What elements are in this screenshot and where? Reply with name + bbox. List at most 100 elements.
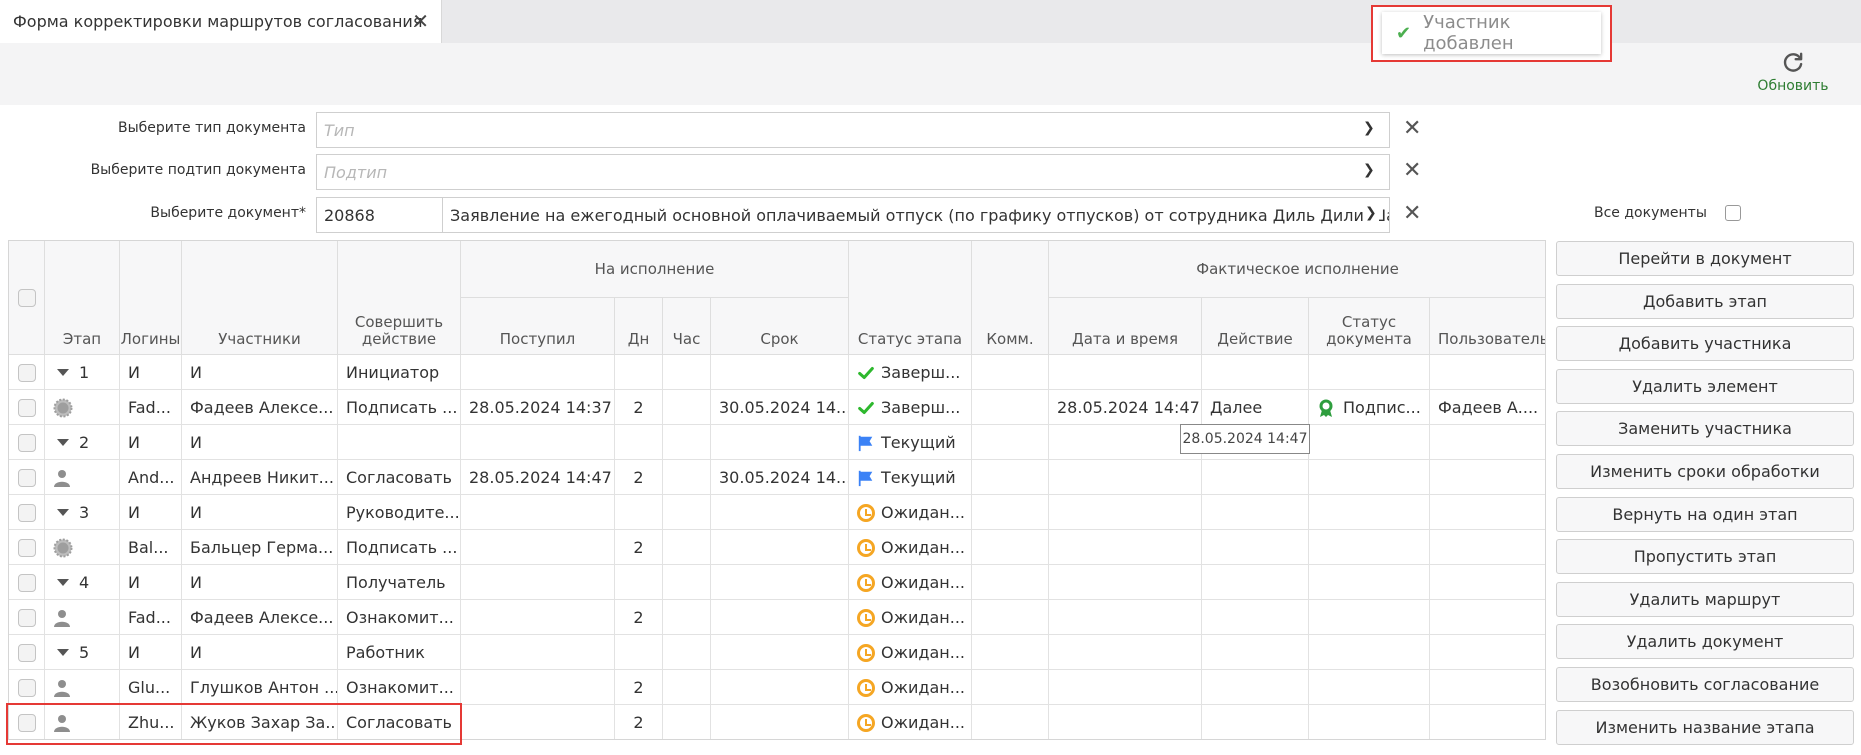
side-button-2[interactable]: Добавить этап: [1556, 283, 1854, 319]
select-all-checkbox[interactable]: [17, 288, 36, 307]
side-button-7[interactable]: Вернуть на один этап: [1556, 496, 1854, 532]
header-stage[interactable]: Этап: [45, 241, 120, 355]
cell-participant: Фадеев Алексе...: [182, 390, 338, 425]
cell-user: [1430, 425, 1545, 460]
cell-doc-status: [1309, 600, 1430, 635]
participant-row[interactable]: Fad... Фадеев Алексе... Подписать ... 28.05…: [9, 390, 1545, 425]
cell-datetime: [1049, 565, 1202, 600]
clear-doc-type-icon[interactable]: ✕: [1403, 116, 1421, 141]
cell-cb: [9, 600, 45, 635]
new-row-highlight: [6, 703, 462, 745]
user-icon: [54, 679, 70, 697]
header-stage-status[interactable]: Статус этапа: [849, 241, 972, 355]
header-datetime[interactable]: Дата и время: [1049, 298, 1202, 355]
cell-days: [615, 565, 663, 600]
chevron-down-icon[interactable]: ❯: [1363, 120, 1375, 136]
row-checkbox[interactable]: [17, 363, 36, 382]
side-button-11[interactable]: Возобновить согласование: [1556, 667, 1854, 702]
side-button-1[interactable]: Перейти в документ: [1556, 241, 1854, 276]
document-select[interactable]: Заявление на ежегодный основной оплачива…: [442, 197, 1390, 233]
stage-row[interactable]: 2 И И Текущий: [9, 425, 1545, 460]
header-action[interactable]: Совершить действие: [338, 241, 461, 355]
all-documents-checkbox[interactable]: [1725, 205, 1742, 221]
side-button-8[interactable]: Пропустить этап: [1556, 539, 1854, 575]
close-icon[interactable]: ✕: [412, 11, 429, 31]
tab-route-form[interactable]: Форма корректировки маршрутов согласован…: [0, 0, 442, 43]
doc-subtype-select[interactable]: Подтип: [316, 154, 1390, 190]
cell-deadline: [711, 355, 849, 390]
chevron-down-icon[interactable]: ❯: [1363, 205, 1379, 221]
cell-doc-status: [1309, 565, 1430, 600]
side-button-6[interactable]: Изменить сроки обработки: [1556, 454, 1854, 489]
row-checkbox[interactable]: [17, 468, 36, 487]
side-button-12[interactable]: Изменить название этапа: [1556, 709, 1854, 745]
row-checkbox[interactable]: [17, 538, 36, 557]
cell-datetime: [1049, 530, 1202, 565]
clock-icon: [857, 608, 875, 627]
cell-status: Текущий: [849, 425, 972, 460]
header-act[interactable]: Действие: [1202, 298, 1309, 355]
row-checkbox[interactable]: [17, 608, 36, 627]
header-doc-status[interactable]: Статус документа: [1309, 298, 1430, 355]
row-checkbox[interactable]: [17, 643, 36, 662]
side-button-3[interactable]: Добавить участника: [1556, 326, 1854, 362]
cell-deadline: [711, 705, 849, 739]
cell-stage: [45, 530, 120, 565]
expand-toggle-icon[interactable]: [57, 649, 69, 656]
clock-icon: [857, 643, 875, 662]
stage-status-text: Ожидан...: [881, 573, 965, 592]
stage-status-text: Ожидан...: [881, 713, 965, 732]
expand-toggle-icon[interactable]: [57, 509, 69, 516]
side-button-4[interactable]: Удалить элемент: [1556, 368, 1854, 404]
stage-row[interactable]: 4 И И Получатель Ожидан...: [9, 565, 1545, 600]
refresh-button[interactable]: Обновить: [1753, 50, 1833, 100]
cell-hours: [663, 600, 711, 635]
doc-type-select[interactable]: Тип: [316, 112, 1390, 148]
header-hours[interactable]: Час: [663, 298, 711, 355]
row-checkbox[interactable]: [17, 503, 36, 522]
clock-icon: [857, 713, 875, 732]
cell-login: И: [120, 565, 182, 600]
cell-act: [1202, 355, 1309, 390]
header-participants[interactable]: Участники: [182, 241, 338, 355]
stage-row[interactable]: 3 И И Руководите... Ожидан...: [9, 495, 1545, 530]
cell-doc-status: [1309, 705, 1430, 739]
header-received[interactable]: Поступил: [461, 298, 615, 355]
row-checkbox[interactable]: [17, 573, 36, 592]
cell-user: [1430, 565, 1545, 600]
participant-row[interactable]: Bal... Бальцер Герма... Подписать ... 2 Ожид…: [9, 530, 1545, 565]
participant-row[interactable]: Fad... Фадеев Алексе... Ознакомит... 2 Ожида…: [9, 600, 1545, 635]
expand-toggle-icon[interactable]: [57, 579, 69, 586]
header-login[interactable]: Логины: [120, 241, 182, 355]
cell-act: [1202, 670, 1309, 705]
row-checkbox[interactable]: [17, 678, 36, 697]
header-deadline[interactable]: Срок: [711, 298, 849, 355]
side-button-9[interactable]: Удалить маршрут: [1556, 581, 1854, 617]
side-button-10[interactable]: Удалить документ: [1556, 624, 1854, 660]
stage-row[interactable]: 1 И И Инициатор Заверш...: [9, 355, 1545, 390]
cell-stage: 4: [45, 565, 120, 600]
header-comments[interactable]: Комм.: [972, 241, 1049, 355]
row-checkbox[interactable]: [17, 398, 36, 417]
all-documents-toggle[interactable]: Все документы: [1594, 205, 1742, 221]
side-button-5[interactable]: Заменить участника: [1556, 411, 1854, 447]
cell-act: [1202, 565, 1309, 600]
stage-row[interactable]: 5 И И Работник Ожидан...: [9, 635, 1545, 670]
cell-deadline: [711, 425, 849, 460]
participant-row[interactable]: Glu... Глушков Антон ... Ознакомит... 2 Ожид…: [9, 670, 1545, 705]
chevron-down-icon[interactable]: ❯: [1363, 162, 1375, 178]
clear-doc-subtype-icon[interactable]: ✕: [1403, 158, 1421, 183]
row-checkbox[interactable]: [17, 433, 36, 452]
expand-toggle-icon[interactable]: [57, 369, 69, 376]
clear-document-icon[interactable]: ✕: [1403, 201, 1421, 226]
tab-title: Форма корректировки маршрутов согласован…: [13, 12, 423, 31]
cell-action: Ознакомит...: [338, 600, 461, 635]
expand-toggle-icon[interactable]: [57, 439, 69, 446]
cell-doc-status: [1309, 460, 1430, 495]
route-grid: Этап Логины Участники Совершить действие…: [8, 240, 1546, 740]
document-number-field[interactable]: 20868: [316, 197, 443, 233]
header-days[interactable]: Дн: [615, 298, 663, 355]
clock-icon: [857, 678, 875, 697]
header-user[interactable]: Пользователь: [1430, 298, 1545, 355]
participant-row[interactable]: And... Андреев Никит... Согласовать 28.05.2…: [9, 460, 1545, 495]
